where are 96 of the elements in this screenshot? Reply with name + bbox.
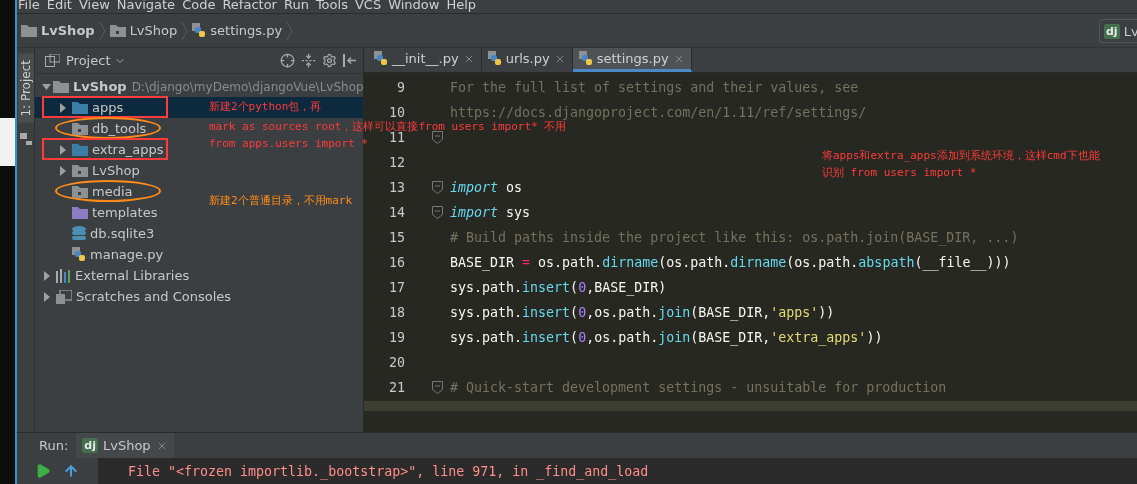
folder-icon [72, 122, 88, 135]
line-number: 13 [388, 180, 405, 195]
python-file-icon [578, 51, 593, 66]
menu-item[interactable]: View [78, 0, 117, 13]
code-line: import sys [450, 205, 531, 220]
breadcrumb[interactable]: LvShop [109, 23, 178, 38]
menu-item[interactable]: Code [182, 0, 223, 13]
fold-marker-icon[interactable] [432, 181, 443, 194]
collapse-icon[interactable] [301, 53, 316, 68]
code-line: sys.path.insert(0,os.path.join(BASE_DIR,'apps')) [450, 305, 835, 320]
project-view-icon [45, 54, 60, 67]
line-number: 21 [388, 380, 405, 395]
library-icon [56, 268, 71, 283]
project-tool-tab[interactable]: 1: Project [17, 54, 34, 123]
editor-tab[interactable]: urls.py [481, 48, 573, 72]
menu-item[interactable]: Navigate [116, 0, 183, 13]
folder-icon [21, 24, 37, 37]
line-number: 19 [388, 330, 405, 345]
folder-icon [109, 24, 126, 37]
fold-marker-icon[interactable] [432, 131, 443, 144]
menu-item[interactable]: Run [283, 0, 316, 13]
menu-item[interactable]: Window [388, 0, 447, 13]
breadcrumb[interactable]: settings.py [192, 23, 283, 38]
menu-item[interactable]: File [18, 0, 47, 13]
breadcrumb-separator-icon [98, 20, 106, 41]
code-line: sys.path.insert(0,BASE_DIR) [450, 280, 667, 295]
code-line: For the full list of settings and their values, see [450, 80, 859, 95]
breadcrumb[interactable]: LvShop [21, 23, 95, 38]
annotation-text: mark as sources root，这样可以直接from users import* 不用 [209, 120, 567, 133]
editor-tab[interactable]: settings.py [572, 48, 692, 72]
line-number: 11 [388, 130, 405, 145]
line-number: 18 [388, 305, 405, 320]
hide-panel-icon[interactable] [343, 54, 357, 67]
code-line: BASE_DIR = os.path.dirname(os.path.dirname(os.path.abspath(__file__))) [450, 255, 1011, 270]
expanded-arrow-icon[interactable] [41, 81, 53, 92]
scroll-up-button[interactable] [63, 463, 79, 479]
line-number: 12 [388, 155, 405, 170]
line-number: 10 [388, 105, 405, 120]
tree-item[interactable]: LvShop [72, 160, 140, 181]
menu-item[interactable]: Edit [46, 0, 79, 13]
run-tab[interactable]: dj LvShop [76, 433, 174, 458]
console-icon [56, 289, 72, 304]
breadcrumb-separator-icon [286, 20, 294, 41]
tree-item[interactable]: manage.py [72, 244, 164, 265]
editor-tab[interactable]: __init__.py [368, 48, 482, 72]
annotation-text: 新建2个普通目录，不用mark [209, 194, 353, 207]
fold-marker-icon[interactable] [432, 381, 443, 394]
run-label: Run: [39, 438, 69, 453]
tree-item[interactable]: db_tools [72, 118, 147, 139]
menu-item[interactable]: Refactor [222, 0, 284, 13]
line-number: 20 [388, 355, 405, 370]
run-button[interactable] [35, 463, 51, 479]
tree-item[interactable]: extra_apps [72, 139, 164, 160]
code-line: https://docs.djangoproject.com/en/1.11/ref/settings/ [450, 105, 867, 120]
tree-item[interactable]: media [72, 181, 133, 202]
tree-item[interactable]: apps [72, 97, 124, 118]
tree-item[interactable]: External Libraries [56, 265, 190, 286]
line-number: 16 [388, 255, 405, 270]
tree-item[interactable]: Scratches and Consoles [56, 286, 232, 307]
annotation-text: 识别 from users import * [822, 166, 977, 179]
locate-icon[interactable] [280, 53, 295, 68]
folder-icon [72, 185, 88, 198]
line-number: 14 [388, 205, 405, 220]
project-view-selector[interactable]: Project [66, 53, 127, 68]
tree-item[interactable]: db.sqlite3 [72, 223, 155, 244]
python-file-icon [72, 247, 86, 262]
project-path: D:\django\myDemo\djangoVue\LvShop [131, 79, 364, 94]
settings-icon[interactable] [322, 53, 337, 68]
python-file-icon [374, 51, 388, 66]
database-icon [72, 226, 86, 241]
line-number: 9 [396, 80, 405, 95]
folder-icon [53, 80, 69, 93]
console-output: File "<frozen importlib._bootstrap>", line 971, in _find_and_load [128, 463, 649, 479]
annotation-text: 将apps和extra_apps添加到系统环境，这样cmd下也能 [822, 149, 1100, 162]
annotation-text: 新建2个python包，再 [209, 100, 322, 113]
folder-icon [72, 101, 88, 114]
python-file-icon [487, 51, 502, 66]
annotation-text: from apps.users import * [209, 137, 368, 150]
python-file-icon [192, 23, 207, 38]
menu-item[interactable]: VCS [354, 0, 389, 13]
breadcrumb-separator-icon [181, 20, 189, 41]
code-line: # Build paths inside the project like this: os.path.join(BASE_DIR, ...) [450, 230, 1019, 245]
folder-icon [72, 164, 88, 177]
tree-item[interactable]: templates [72, 202, 158, 223]
menu-item[interactable]: Help [446, 0, 484, 13]
folder-icon [72, 143, 88, 156]
code-line: # Quick-start development settings - unsuitable for production [450, 380, 947, 395]
tree-item[interactable]: LvShop [53, 76, 127, 97]
code-line: sys.path.insert(0,os.path.join(BASE_DIR,'extra_apps')) [450, 330, 883, 345]
code-line: import os [450, 180, 523, 195]
fold-marker-icon[interactable] [432, 206, 443, 219]
line-number: 15 [388, 230, 405, 245]
menu-item[interactable]: Tools [315, 0, 355, 13]
line-number: 17 [388, 280, 405, 295]
folder-icon [72, 206, 88, 219]
structure-icon[interactable] [19, 132, 32, 145]
